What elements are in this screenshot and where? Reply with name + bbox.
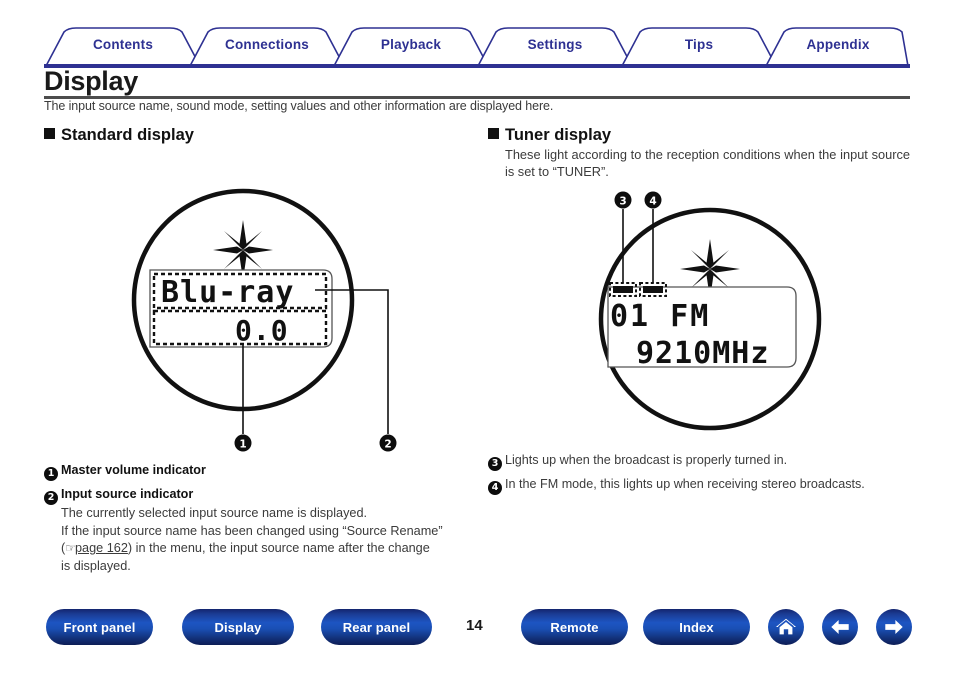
standard-display-captions: 1 Master volume indicator 2 Input source i… (44, 462, 474, 575)
tab-bar: Contents Connections Playback Settings T… (44, 26, 910, 67)
caption-title-1: Master volume indicator (61, 463, 206, 477)
lcd-line2-text: 0.0 (235, 314, 289, 347)
arrow-right-glyph (885, 620, 903, 634)
heading-tuner-display: Tuner display (488, 126, 611, 145)
tuner-display-captions: 3 Lights up when the broadcast is properl… (488, 452, 918, 495)
tuner-callout-marker-3-label: 3 (619, 196, 626, 208)
intro-text: The input source name, sound mode, setti… (44, 99, 554, 113)
pointing-hand-icon: ☞ (65, 541, 76, 555)
tuner-caption-item-4: 4 In the FM mode, this lights up when rec… (488, 476, 918, 495)
caption-body-2-line-1: The currently selected input source name… (61, 506, 368, 520)
arrow-left-icon[interactable] (822, 609, 858, 645)
page-title: Display (44, 66, 138, 96)
caption-body-2: The currently selected input source name… (61, 505, 474, 575)
caption-marker-2: 2 (44, 491, 58, 505)
callout-marker-2-label: 2 (384, 439, 391, 451)
tab-playback[interactable]: Playback (334, 37, 488, 52)
heading-tuner-display-label: Tuner display (505, 126, 612, 144)
tuner-caption-marker-3: 3 (488, 457, 502, 471)
tuner-lcd-line2-text: 9210MHz (636, 336, 769, 371)
caption-marker-1: 1 (44, 467, 58, 481)
tab-appendix[interactable]: Appendix (766, 37, 910, 52)
tuner-caption-marker-4: 4 (488, 481, 502, 495)
caption-title-2: Input source indicator (61, 487, 194, 501)
tab-connections[interactable]: Connections (190, 37, 344, 52)
caption-item-1: 1 Master volume indicator (44, 462, 474, 481)
page-number: 14 (466, 617, 483, 634)
tuner-caption-text-3: Lights up when the broadcast is properly… (505, 453, 788, 467)
home-glyph (775, 618, 797, 635)
footer-button-rear-panel[interactable]: Rear panel (321, 609, 432, 645)
caption-body-2-line-4: is displayed. (61, 558, 131, 573)
caption-body-2-line-3: (☞page 162) in the menu, the input sourc… (61, 541, 430, 555)
tuner-caption-item-3: 3 Lights up when the broadcast is properl… (488, 452, 918, 471)
arrow-left-glyph (831, 620, 849, 634)
caption-body-2-line-2: If the input source name has been change… (61, 523, 443, 538)
heading-standard-display-label: Standard display (61, 126, 194, 144)
footer-button-display[interactable]: Display (182, 609, 294, 645)
footer-button-index[interactable]: Index (643, 609, 750, 645)
home-icon[interactable] (768, 609, 804, 645)
tab-tips[interactable]: Tips (622, 37, 776, 52)
arrow-right-icon[interactable] (876, 609, 912, 645)
tuner-display-illustration: 01 FM 9210MHz 3 4 (598, 191, 822, 431)
bullet-square-icon (44, 128, 55, 139)
tab-contents[interactable]: Contents (46, 37, 200, 52)
page-reference-link[interactable]: page 162 (75, 541, 128, 555)
tuner-callout-marker-4-label: 4 (649, 196, 656, 208)
tab-settings[interactable]: Settings (478, 37, 632, 52)
tuner-lcd-line1-text: 01 FM (610, 299, 710, 334)
document-page: Contents Connections Playback Settings T… (0, 0, 954, 673)
footer-button-front-panel[interactable]: Front panel (46, 609, 153, 645)
bullet-square-icon-2 (488, 128, 499, 139)
tuner-callout-marker-3: 3 (614, 191, 632, 209)
tuner-display-subtext: These light according to the reception c… (505, 147, 910, 179)
callout-marker-1-label: 1 (239, 439, 246, 451)
callout-marker-1: 1 (234, 434, 252, 452)
standard-display-illustration: Blu-ray 0.0 1 2 (131, 188, 397, 452)
tuner-caption-text-4: In the FM mode, this lights up when rece… (505, 477, 865, 491)
footer-button-remote[interactable]: Remote (521, 609, 628, 645)
tab-bottom-rule (44, 64, 910, 68)
heading-standard-display: Standard display (44, 126, 194, 145)
tuner-callout-marker-4: 4 (644, 191, 662, 209)
callout-marker-2: 2 (379, 434, 397, 452)
lcd-line1-text: Blu-ray (161, 275, 294, 310)
caption-item-2: 2 Input source indicator (44, 486, 474, 505)
